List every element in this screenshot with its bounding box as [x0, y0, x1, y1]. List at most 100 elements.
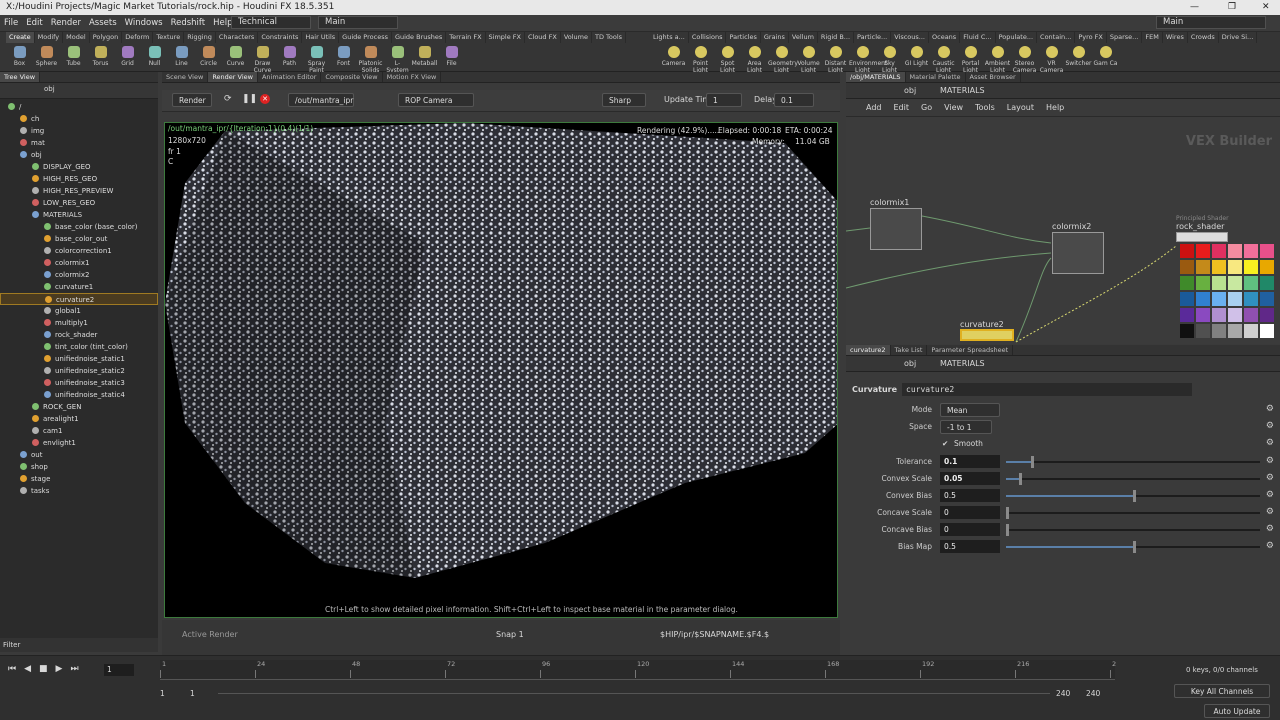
range-bar[interactable]	[218, 693, 1050, 694]
pause-icon[interactable]: ❚❚	[242, 94, 257, 104]
shelf-tab-right-2[interactable]: Particles	[726, 32, 761, 43]
palette-swatch[interactable]	[1180, 292, 1194, 306]
shelf-tab-10[interactable]: Guide Process	[339, 32, 392, 43]
net-menu-help[interactable]: Help	[1040, 103, 1070, 112]
slider-handle[interactable]	[1133, 490, 1136, 502]
palette-swatch[interactable]	[1228, 292, 1242, 306]
close-icon[interactable]: ✕	[1262, 0, 1270, 15]
tree-row[interactable]: unifiednoise_static2	[0, 365, 158, 377]
tree-row[interactable]: unifiednoise_static3	[0, 377, 158, 389]
tree-row[interactable]: obj	[0, 149, 158, 161]
tree-row[interactable]: MATERIALS	[0, 209, 158, 221]
tree-row[interactable]: arealight1	[0, 413, 158, 425]
tab-composite-view[interactable]: Composite View	[321, 72, 383, 82]
stop-icon[interactable]: ✕	[260, 94, 270, 104]
tree-row[interactable]: curvature2	[0, 293, 158, 305]
shelf-tab-right-3[interactable]: Grains	[761, 32, 789, 43]
tool-curve[interactable]: Curve	[222, 45, 249, 71]
palette-swatch[interactable]	[1228, 244, 1242, 258]
tab-material-palette[interactable]: Material Palette	[906, 72, 966, 82]
shelf-tab-6[interactable]: Rigging	[184, 32, 216, 43]
node-curvature2[interactable]	[960, 329, 1014, 341]
tree-row[interactable]: colormix2	[0, 269, 158, 281]
gear-icon[interactable]: ⚙	[1266, 473, 1274, 483]
node-colormix2[interactable]	[1052, 232, 1104, 274]
palette-swatch[interactable]	[1244, 324, 1258, 338]
tool-null[interactable]: Null	[141, 45, 168, 71]
mode-dropdown[interactable]: Mean	[940, 403, 1000, 417]
shelf-tab-7[interactable]: Characters	[216, 32, 259, 43]
tool-metaball[interactable]: Metaball	[411, 45, 438, 71]
tree-row[interactable]: HIGH_RES_GEO	[0, 173, 158, 185]
tree-row[interactable]: out	[0, 449, 158, 461]
palette-swatch[interactable]	[1244, 276, 1258, 290]
auto-update-button[interactable]: Auto Update	[1204, 704, 1270, 718]
palette-swatch[interactable]	[1260, 244, 1274, 258]
palette-swatch[interactable]	[1260, 276, 1274, 290]
gear-icon[interactable]: ⚙	[1266, 404, 1274, 414]
tool-geometry-light[interactable]: Geometry Light	[768, 45, 798, 74]
tab-motion-fx-view[interactable]: Motion FX View	[383, 72, 442, 82]
key-all-channels-button[interactable]: Key All Channels	[1174, 684, 1270, 698]
palette-swatch[interactable]	[1244, 244, 1258, 258]
shelf-tab-right-9[interactable]: Fluid C...	[960, 32, 996, 43]
gear-icon[interactable]: ⚙	[1266, 456, 1274, 466]
tab-curvature2[interactable]: curvature2	[846, 345, 891, 355]
minimize-icon[interactable]: —	[1190, 0, 1199, 15]
node-rock-shader[interactable]	[1176, 232, 1228, 242]
shelf-tab-16[interactable]: TD Tools	[592, 32, 627, 43]
shelf-tab-right-13[interactable]: Sparse...	[1107, 32, 1143, 43]
tree-row[interactable]: global1	[0, 305, 158, 317]
snap-path[interactable]: $HIP/ipr/$SNAPNAME.$F4.$	[660, 630, 769, 639]
net-path-materials[interactable]: MATERIALS	[940, 86, 985, 95]
tab-scene-view[interactable]: Scene View	[162, 72, 209, 82]
palette-swatch[interactable]	[1180, 260, 1194, 274]
shelf-tab-9[interactable]: Hair Utils	[302, 32, 340, 43]
tool-platonic-solids[interactable]: Platonic Solids	[357, 45, 384, 74]
shelf-tab-0[interactable]: Create	[6, 32, 35, 43]
net-menu-layout[interactable]: Layout	[1001, 103, 1040, 112]
shelf-tab-3[interactable]: Polygon	[90, 32, 123, 43]
shelf-tab-right-17[interactable]: Drive Si...	[1219, 32, 1258, 43]
node-name-field[interactable]: curvature2	[902, 383, 1192, 396]
tool-gam-ca[interactable]: Gam Ca	[1092, 45, 1119, 71]
tool-sphere[interactable]: Sphere	[33, 45, 60, 71]
tree-row[interactable]: HIGH_RES_PREVIEW	[0, 185, 158, 197]
tree-row[interactable]: base_color_out	[0, 233, 158, 245]
gear-icon[interactable]: ⚙	[1266, 421, 1274, 431]
end-frame[interactable]: 240	[1056, 689, 1070, 698]
tool-ambient-light[interactable]: Ambient Light	[984, 45, 1011, 74]
tab-render-view[interactable]: Render View	[208, 72, 258, 82]
tab-tree-view[interactable]: Tree View	[0, 72, 41, 82]
palette-swatch[interactable]	[1228, 276, 1242, 290]
palette-swatch[interactable]	[1244, 308, 1258, 322]
tree-row[interactable]: img	[0, 125, 158, 137]
tree-path[interactable]: obj	[44, 85, 55, 93]
palette-swatch[interactable]	[1260, 260, 1274, 274]
smooth-checkbox[interactable]: ✔	[942, 439, 948, 448]
tree-row[interactable]: unifiednoise_static1	[0, 353, 158, 365]
palette-swatch[interactable]	[1212, 292, 1226, 306]
net-menu-edit[interactable]: Edit	[888, 103, 916, 112]
tree-row[interactable]: mat	[0, 137, 158, 149]
palette-swatch[interactable]	[1212, 276, 1226, 290]
shelf-tab-4[interactable]: Deform	[122, 32, 154, 43]
tool-vr-camera[interactable]: VR Camera	[1038, 45, 1065, 74]
shelf-tab-right-15[interactable]: Wires	[1163, 32, 1188, 43]
playback-controls[interactable]: ⏮◀■▶⏭	[8, 664, 87, 674]
network-pane[interactable]: /obj/MATERIALS Material Palette Asset Brow…	[846, 72, 1280, 344]
desktop-selector[interactable]: Technical	[231, 16, 311, 29]
maximize-icon[interactable]: ❐	[1228, 0, 1236, 15]
gear-icon[interactable]: ⚙	[1266, 490, 1274, 500]
palette-swatch[interactable]	[1180, 308, 1194, 322]
tab-asset-browser[interactable]: Asset Browser	[966, 72, 1021, 82]
palette-swatch[interactable]	[1212, 260, 1226, 274]
shelf-tab-right-7[interactable]: Viscous...	[891, 32, 929, 43]
palette-swatch[interactable]	[1212, 308, 1226, 322]
shelf-tab-1[interactable]: Modify	[35, 32, 64, 43]
tree-row[interactable]: envlight1	[0, 437, 158, 449]
tab-take-list[interactable]: Take List	[891, 345, 928, 355]
palette-swatch[interactable]	[1196, 244, 1210, 258]
tool-switcher[interactable]: Switcher	[1065, 45, 1092, 71]
tree-row[interactable]: LOW_RES_GEO	[0, 197, 158, 209]
